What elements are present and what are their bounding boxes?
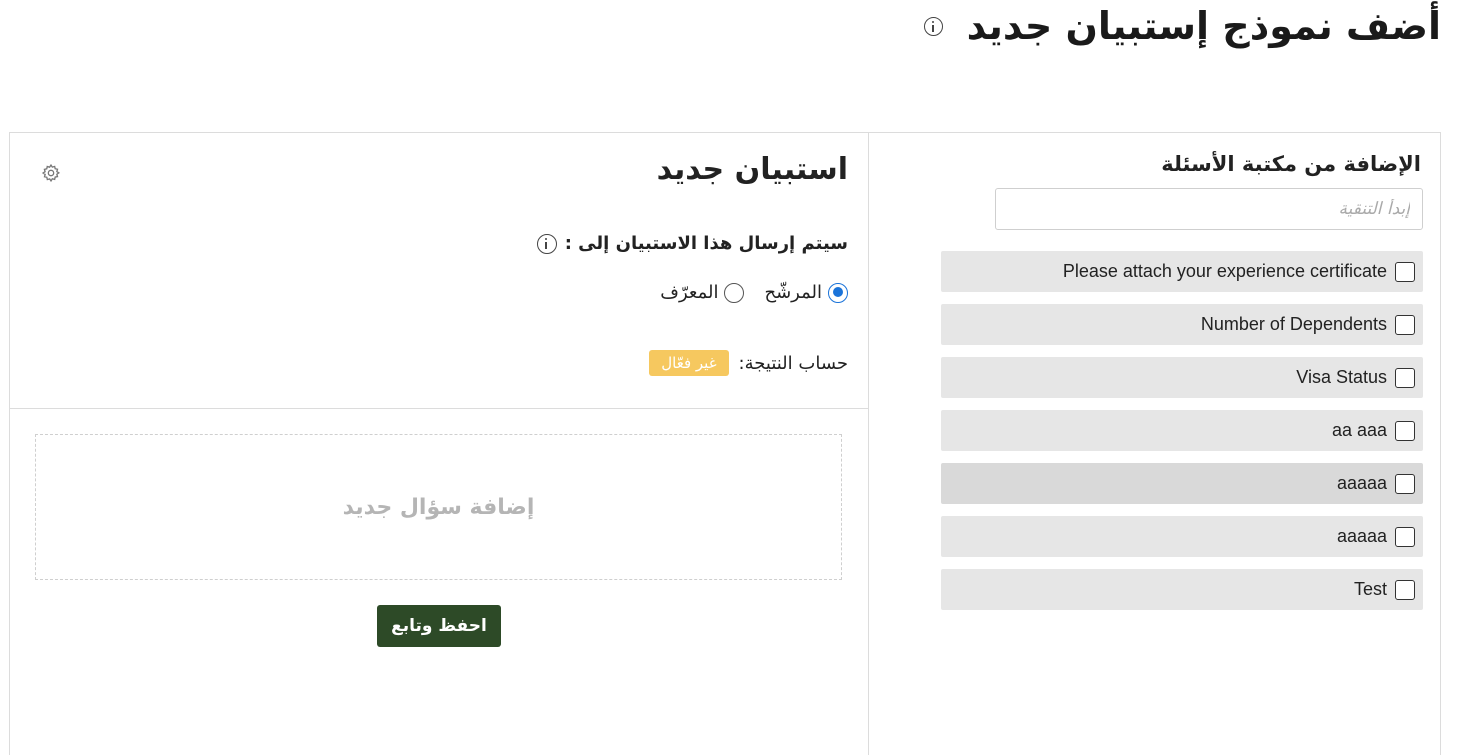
- library-item-label: Please attach your experience certificat…: [1062, 261, 1387, 281]
- library-item-label: aa aaa: [1331, 420, 1387, 440]
- library-item[interactable]: Visa Status: [941, 357, 1423, 398]
- send-to-row: سيتم إرسال هذا الاستبيان إلى :: [536, 233, 848, 254]
- library-item[interactable]: aa aaa: [941, 410, 1423, 451]
- library-item-checkbox[interactable]: [1395, 526, 1415, 547]
- library-item[interactable]: aaaaa: [941, 463, 1423, 504]
- library-item[interactable]: Number of Dependents: [941, 304, 1423, 345]
- score-row: حساب النتيجة: غير فعّال: [649, 350, 848, 376]
- question-library-list: Please attach your experience certificat…: [941, 251, 1423, 622]
- library-item-label: aaaaa: [1336, 473, 1387, 493]
- radio-candidate[interactable]: المرشّح: [764, 282, 848, 303]
- add-question-dropzone[interactable]: إضافة سؤال جديد: [35, 434, 842, 580]
- radio-referrer-label: المعرّف: [660, 282, 719, 303]
- page-header: أضف نموذج إستبيان جديد: [923, 4, 1441, 48]
- library-item[interactable]: aaaaa: [941, 516, 1423, 557]
- library-item-checkbox[interactable]: [1395, 579, 1415, 600]
- send-to-label: سيتم إرسال هذا الاستبيان إلى :: [564, 233, 848, 254]
- question-library-title: الإضافة من مكتبة الأسئلة: [1161, 152, 1421, 176]
- radio-referrer-button[interactable]: [724, 282, 745, 303]
- info-icon[interactable]: [536, 233, 557, 254]
- page-title: أضف نموذج إستبيان جديد: [966, 4, 1441, 48]
- radio-referrer[interactable]: المعرّف: [660, 282, 745, 303]
- library-item-checkbox[interactable]: [1395, 473, 1415, 494]
- library-item-label: Visa Status: [1296, 367, 1387, 387]
- library-item[interactable]: Please attach your experience certificat…: [941, 251, 1423, 292]
- section-divider: [9, 408, 868, 409]
- question-library-panel: الإضافة من مكتبة الأسئلة Please attach y…: [868, 132, 1441, 755]
- score-status-badge[interactable]: غير فعّال: [649, 350, 729, 376]
- radio-candidate-button[interactable]: [828, 282, 848, 303]
- library-item-checkbox[interactable]: [1395, 367, 1415, 388]
- library-item-label: Test: [1353, 579, 1387, 599]
- library-item-label: Number of Dependents: [1200, 314, 1387, 334]
- library-item-checkbox[interactable]: [1395, 261, 1415, 282]
- library-filter-input[interactable]: [995, 188, 1423, 230]
- survey-title: استبيان جديد: [656, 152, 848, 187]
- library-item-checkbox[interactable]: [1395, 420, 1415, 441]
- info-icon[interactable]: [923, 16, 943, 36]
- radio-candidate-label: المرشّح: [764, 282, 822, 303]
- survey-builder-panel: استبيان جديد سيتم إرسال هذا الاستبيان إل…: [9, 132, 868, 755]
- score-label: حساب النتيجة:: [738, 352, 848, 374]
- library-item[interactable]: Test: [941, 569, 1423, 610]
- library-item-label: aaaaa: [1336, 526, 1387, 546]
- library-item-checkbox[interactable]: [1395, 314, 1415, 335]
- gear-icon[interactable]: [41, 163, 61, 183]
- recipient-radio-group: المرشّح المعرّف: [640, 282, 848, 303]
- save-continue-button[interactable]: احفظ وتابع: [377, 605, 501, 647]
